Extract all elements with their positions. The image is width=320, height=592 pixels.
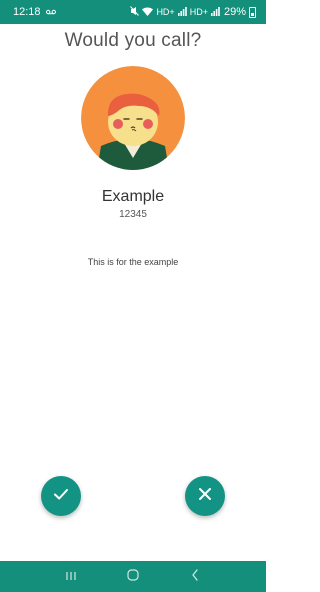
back-icon [191,568,199,586]
navigation-bar [0,561,266,592]
home-button[interactable] [121,567,145,587]
decline-button[interactable] [185,476,225,516]
check-icon [53,486,69,507]
network-type-1: HD+ [156,7,175,17]
contact-description: This is for the example [87,257,179,267]
network-type-2: HD+ [189,7,208,17]
recent-apps-button[interactable] [59,567,83,587]
mute-icon [130,6,140,18]
recent-apps-icon [65,568,77,586]
signal-icon [177,6,187,18]
call-button[interactable] [41,476,81,516]
back-button[interactable] [183,567,207,587]
clock: 12:18 [13,6,41,18]
close-icon [198,487,212,506]
status-bar: 12:18 HD+ HD+ 29% [0,0,266,24]
voicemail-icon [45,6,56,18]
page-title: Would you call? [64,30,202,51]
signal-icon [210,6,220,18]
home-icon [127,568,139,586]
battery-icon [249,6,256,18]
contact-name: Example [101,188,165,205]
battery-percent: 29% [223,6,246,18]
contact-avatar [81,66,185,170]
contact-number: 12345 [119,209,147,220]
wifi-icon [142,6,154,18]
